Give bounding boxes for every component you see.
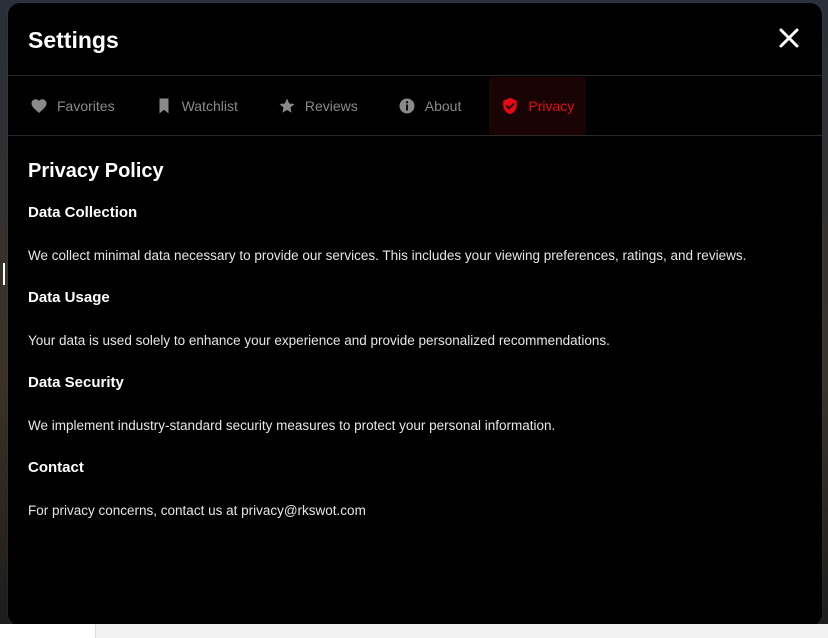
section-text: For privacy concerns, contact us at priv… [28, 503, 366, 518]
tab-label: Privacy [528, 97, 575, 114]
heart-icon [30, 97, 48, 115]
section-text: We collect minimal data necessary to pro… [28, 248, 747, 263]
privacy-content: Privacy Policy Data Collection We collec… [8, 136, 822, 518]
shield-icon [501, 97, 519, 115]
section-text: We implement industry-standard security … [28, 418, 556, 433]
close-button[interactable] [778, 27, 800, 49]
tab-label: Favorites [57, 97, 115, 114]
tab-about[interactable]: About [386, 77, 474, 135]
section-heading: Data Collection [28, 204, 138, 221]
info-icon [398, 97, 416, 115]
close-icon [779, 28, 799, 48]
bookmark-icon [155, 97, 173, 115]
tab-label: About [424, 97, 462, 114]
section-heading: Contact [28, 459, 84, 476]
section-heading: Data Usage [28, 289, 110, 306]
footer-segment [0, 624, 96, 638]
tab-reviews[interactable]: Reviews [266, 77, 370, 135]
modal-title: Settings [28, 27, 119, 53]
page-footer-strip [0, 624, 828, 638]
text-cursor-marker [3, 263, 5, 285]
settings-tabs: Favorites Watchlist Reviews About Privac… [8, 76, 822, 136]
star-icon [278, 97, 296, 115]
modal-header: Settings [8, 3, 822, 76]
page-title: Privacy Policy [28, 160, 164, 182]
section-text: Your data is used solely to enhance your… [28, 333, 610, 348]
tab-watchlist[interactable]: Watchlist [143, 77, 250, 135]
settings-modal: Settings Favorites Watchlist Reviews Abo… [8, 3, 822, 626]
tab-label: Watchlist [181, 97, 238, 114]
tab-privacy[interactable]: Privacy [489, 76, 587, 135]
tab-favorites[interactable]: Favorites [18, 77, 127, 135]
section-heading: Data Security [28, 374, 124, 391]
tab-label: Reviews [304, 97, 358, 114]
